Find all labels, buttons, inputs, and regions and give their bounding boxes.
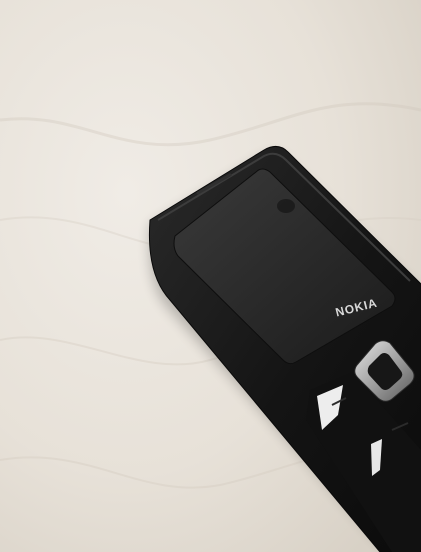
photo-canvas — [0, 0, 421, 552]
photo-scene: NOKIA — [0, 0, 421, 552]
screen-smudge — [277, 199, 295, 213]
